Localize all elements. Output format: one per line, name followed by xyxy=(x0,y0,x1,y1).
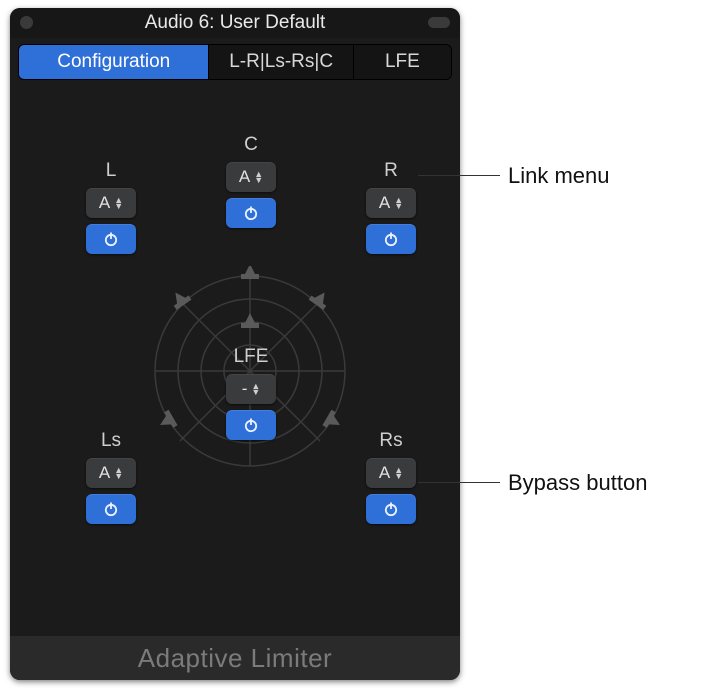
tab-lfe[interactable]: LFE xyxy=(354,45,451,79)
bypass-button-C[interactable] xyxy=(226,198,276,228)
tab-bar: Configuration L-R|Ls-Rs|C LFE xyxy=(18,44,452,80)
bypass-button-Ls[interactable] xyxy=(86,494,136,524)
bypass-button-Rs[interactable] xyxy=(366,494,416,524)
power-icon xyxy=(243,417,259,433)
link-menu-L[interactable]: A ▲▼ xyxy=(86,188,136,218)
bypass-button-LFE[interactable] xyxy=(226,410,276,440)
link-menu-Rs[interactable]: A ▲▼ xyxy=(366,458,416,488)
link-menu-C[interactable]: A ▲▼ xyxy=(226,162,276,192)
power-icon xyxy=(383,501,399,517)
callout-link-menu: Link menu xyxy=(508,163,610,189)
power-icon xyxy=(243,205,259,221)
channel-label-Ls: Ls xyxy=(101,430,121,452)
tab-lr-lsrs-c[interactable]: L-R|Ls-Rs|C xyxy=(209,45,353,79)
link-menu-value: A xyxy=(379,193,390,213)
channel-Ls: Ls A ▲▼ xyxy=(78,430,144,524)
channel-label-R: R xyxy=(384,160,398,182)
plugin-window: Audio 6: User Default Configuration L-R|… xyxy=(10,8,460,680)
link-menu-value: A xyxy=(99,193,110,213)
stepper-icon: ▲▼ xyxy=(254,171,263,183)
power-icon xyxy=(103,501,119,517)
plugin-name-label: Adaptive Limiter xyxy=(10,636,460,680)
link-menu-value: - xyxy=(242,379,248,399)
link-menu-R[interactable]: A ▲▼ xyxy=(366,188,416,218)
tab-configuration[interactable]: Configuration xyxy=(19,45,209,79)
link-menu-LFE[interactable]: - ▲▼ xyxy=(226,374,276,404)
channel-label-LFE: LFE xyxy=(234,346,269,368)
bypass-button-L[interactable] xyxy=(86,224,136,254)
surround-area: L A ▲▼ C A ▲▼ xyxy=(10,80,460,620)
channel-LFE: LFE - ▲▼ xyxy=(218,346,284,440)
link-menu-Ls[interactable]: A ▲▼ xyxy=(86,458,136,488)
channel-L: L A ▲▼ xyxy=(78,160,144,254)
titlebar-pill-icon xyxy=(428,17,450,28)
callout-line xyxy=(418,482,500,483)
channel-label-C: C xyxy=(244,134,258,156)
stepper-icon: ▲▼ xyxy=(394,197,403,209)
callout-line xyxy=(418,175,500,176)
channel-R: R A ▲▼ xyxy=(358,160,424,254)
power-icon xyxy=(103,231,119,247)
link-menu-value: A xyxy=(239,167,250,187)
power-icon xyxy=(383,231,399,247)
callout-bypass-button: Bypass button xyxy=(508,470,647,496)
stepper-icon: ▲▼ xyxy=(114,467,123,479)
stepper-icon: ▲▼ xyxy=(394,467,403,479)
link-menu-value: A xyxy=(379,463,390,483)
window-title: Audio 6: User Default xyxy=(10,12,460,34)
bypass-button-R[interactable] xyxy=(366,224,416,254)
channel-label-Rs: Rs xyxy=(379,430,402,452)
channel-C: C A ▲▼ xyxy=(218,134,284,228)
stepper-icon: ▲▼ xyxy=(114,197,123,209)
close-icon[interactable] xyxy=(20,16,33,29)
link-menu-value: A xyxy=(99,463,110,483)
titlebar: Audio 6: User Default xyxy=(10,8,460,38)
channel-label-L: L xyxy=(106,160,117,182)
stepper-icon: ▲▼ xyxy=(251,383,260,395)
channel-Rs: Rs A ▲▼ xyxy=(358,430,424,524)
